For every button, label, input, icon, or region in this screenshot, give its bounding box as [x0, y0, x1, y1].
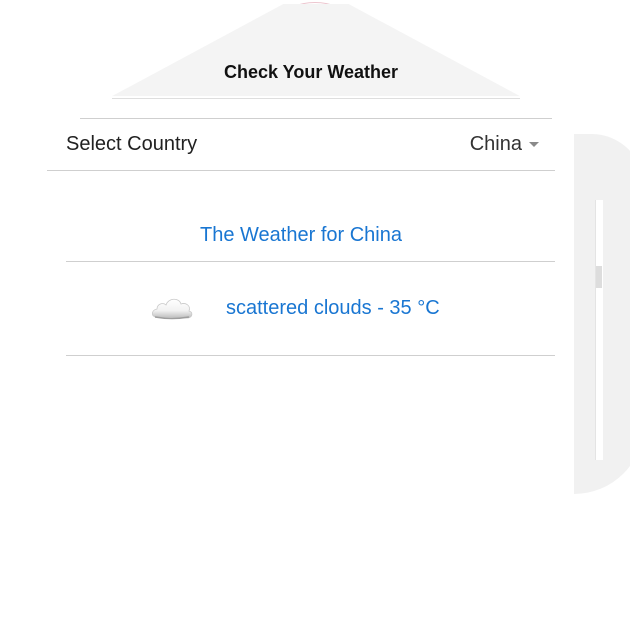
scrollbar-track[interactable]: [595, 200, 603, 460]
scrollbar-thumb[interactable]: [596, 266, 602, 288]
country-select-row: Select Country China: [47, 120, 555, 171]
weather-app: Check Your Weather Select Country China …: [0, 0, 630, 628]
page-title: Check Your Weather: [223, 62, 399, 82]
chevron-down-icon[interactable]: [529, 142, 539, 147]
divider: [66, 355, 555, 356]
header-divider: [112, 98, 520, 99]
divider: [80, 118, 552, 119]
header-banner: [112, 4, 520, 97]
country-select-value[interactable]: China: [470, 133, 522, 156]
cloud-icon: [151, 298, 193, 320]
weather-result: scattered clouds - 35 °C: [150, 288, 440, 328]
weather-heading: The Weather for China: [200, 224, 402, 246]
weather-description: scattered clouds - 35 °C: [226, 296, 440, 319]
country-select[interactable]: China: [470, 133, 539, 156]
divider: [66, 261, 555, 262]
country-select-label: Select Country: [66, 133, 198, 155]
